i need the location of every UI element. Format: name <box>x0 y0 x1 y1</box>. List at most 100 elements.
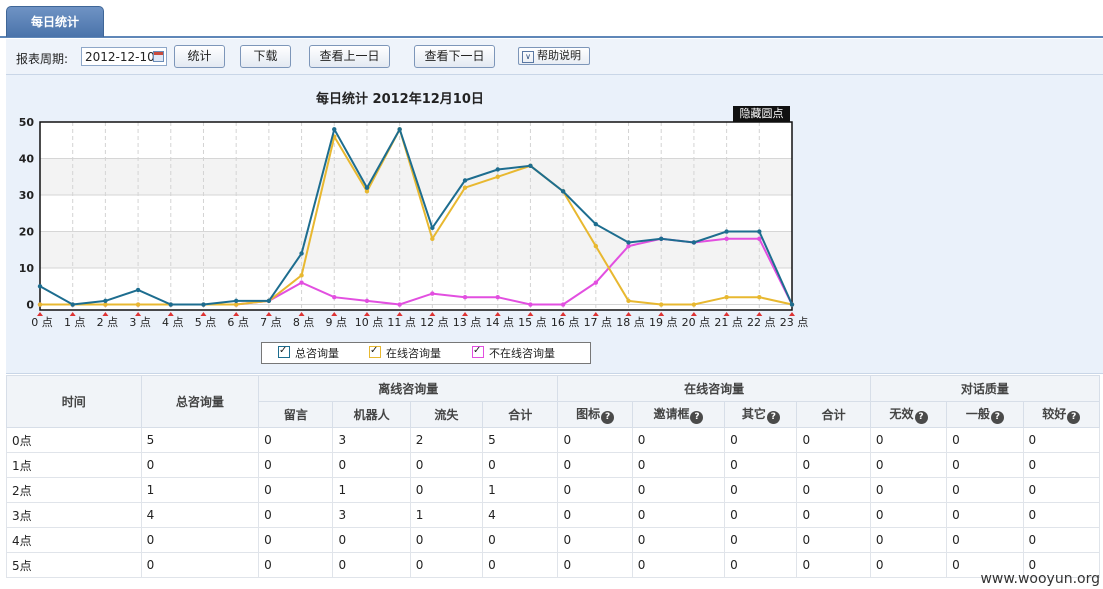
x-tick-label: 0 点 <box>31 316 53 329</box>
table-cell: 3点 <box>6 502 142 528</box>
data-point <box>201 302 206 307</box>
data-point <box>593 243 599 249</box>
table-cell: 0 <box>796 452 871 478</box>
table-cell: 0 <box>332 552 411 578</box>
table-cell: 0 <box>724 527 798 553</box>
table-cell: 0 <box>631 502 726 528</box>
col-offline-message: 留言 <box>258 401 334 428</box>
table-cell: 0 <box>482 527 559 553</box>
x-tick-label: 15 点 <box>518 316 547 329</box>
table-cell: 3 <box>332 502 411 528</box>
table-cell: 0 <box>796 527 871 553</box>
tab-daily-stats[interactable]: 每日统计 <box>6 6 104 37</box>
y-tick-label: 40 <box>19 153 35 166</box>
table-cell: 0 <box>724 477 798 503</box>
table-cell: 0 <box>1022 527 1101 553</box>
date-input[interactable]: 2012-12-10 <box>81 47 167 66</box>
x-tick-label: 3 点 <box>129 316 151 329</box>
table-cell: 0 <box>869 427 948 453</box>
table-cell: 1 <box>140 477 260 503</box>
next-day-button[interactable]: 查看下一日 <box>414 45 495 68</box>
table-row: 2点 1 0 1 0 1 0 0 0 0 0 0 0 <box>6 477 1101 503</box>
table-cell: 0 <box>631 552 726 578</box>
x-tick-label: 8 点 <box>293 316 315 329</box>
calendar-icon[interactable] <box>153 51 164 62</box>
data-point <box>103 298 108 304</box>
prev-day-button[interactable]: 查看上一日 <box>309 45 390 68</box>
top-tab-bar: 每日统计 <box>0 0 1103 38</box>
data-point <box>299 251 304 256</box>
table-row: 4点 0 0 0 0 0 0 0 0 0 0 0 0 <box>6 527 1101 553</box>
data-point <box>135 287 141 293</box>
table-cell: 0 <box>724 502 798 528</box>
data-point <box>299 280 304 285</box>
data-point <box>233 298 239 304</box>
table-cell: 2 <box>409 427 484 453</box>
x-tick-label: 2 点 <box>97 316 119 329</box>
help-icon[interactable]: ? <box>601 411 615 424</box>
data-point <box>789 302 795 307</box>
table-cell: 0 <box>557 552 633 578</box>
col-online-sum: 合计 <box>796 401 871 428</box>
data-point <box>299 273 304 278</box>
table-cell: 1 <box>332 477 411 503</box>
table-cell: 0 <box>631 427 726 453</box>
download-button[interactable]: 下载 <box>240 45 291 68</box>
table-cell: 0 <box>409 527 484 553</box>
table-cell: 0 <box>724 452 798 478</box>
watermark: www.wooyun.org <box>980 571 1100 587</box>
table-cell: 5点 <box>6 552 142 578</box>
x-tick-label: 17 点 <box>584 316 613 329</box>
legend-item-online[interactable]: 在线咨询量 <box>369 343 441 362</box>
table-cell: 0 <box>409 452 484 478</box>
help-icon[interactable]: ? <box>990 411 1004 424</box>
table-cell: 0 <box>557 452 633 478</box>
col-online-icon: 图标? <box>557 401 633 428</box>
data-point <box>430 291 435 296</box>
table-cell: 0 <box>258 552 334 578</box>
table-cell: 4 <box>482 502 559 528</box>
legend-item-total[interactable]: 总咨询量 <box>278 343 339 362</box>
data-point <box>691 240 697 245</box>
data-point <box>37 302 43 307</box>
data-point <box>495 174 500 179</box>
table-cell: 0 <box>796 427 871 453</box>
table-cell: 0 <box>946 477 1024 503</box>
table-cell: 0 <box>258 427 334 453</box>
table-cell: 0 <box>557 502 633 528</box>
data-point <box>593 280 599 285</box>
data-point <box>560 302 566 307</box>
data-point <box>626 240 631 245</box>
col-offline-sum: 合计 <box>482 401 559 428</box>
table-cell: 0 <box>557 427 633 453</box>
x-tick-label: 5 点 <box>195 316 217 329</box>
x-tick-label: 4 点 <box>162 316 184 329</box>
x-tick-label: 11 点 <box>387 316 416 329</box>
legend-item-offline[interactable]: 不在线咨询量 <box>472 343 555 362</box>
x-tick-label: 22 点 <box>747 316 776 329</box>
checkbox-icon <box>369 343 381 359</box>
table-cell: 0 <box>1022 502 1101 528</box>
data-point <box>528 302 533 307</box>
y-tick-label: 10 <box>19 262 35 275</box>
help-icon[interactable]: ? <box>766 411 780 424</box>
table-cell: 0 <box>946 502 1024 528</box>
table-cell: 0 <box>724 427 798 453</box>
data-point <box>724 295 729 300</box>
stats-button[interactable]: 统计 <box>174 45 225 68</box>
help-button[interactable]: ∨ 帮助说明 <box>518 47 590 65</box>
x-tick-label: 18 点 <box>616 316 645 329</box>
help-icon[interactable]: ? <box>914 411 928 424</box>
table-cell: 0 <box>332 527 411 553</box>
table-cell: 0 <box>140 527 260 553</box>
table-cell: 0 <box>332 452 411 478</box>
help-button-label: 帮助说明 <box>537 49 581 62</box>
table-cell: 4点 <box>6 527 142 553</box>
data-point <box>560 189 566 194</box>
data-point <box>691 302 697 307</box>
x-tick-label: 7 点 <box>260 316 282 329</box>
help-icon[interactable]: ? <box>1067 411 1081 424</box>
table-cell: 4 <box>140 502 260 528</box>
table-cell: 0 <box>796 477 871 503</box>
help-icon[interactable]: ? <box>690 411 704 424</box>
